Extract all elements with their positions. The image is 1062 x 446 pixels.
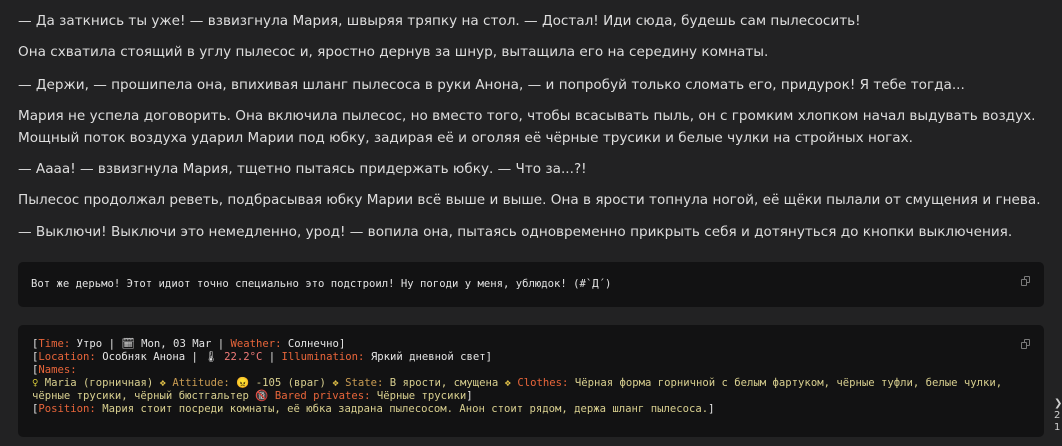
message-paragraph: Мария не успела договорить. Она включила… xyxy=(18,108,1036,146)
message-paragraph: Она схватила стоящий в углу пылесос и, я… xyxy=(18,44,769,60)
weather-label: Weather: xyxy=(230,338,282,350)
position-value: Мария стоит посреди комнаты, её юбка зад… xyxy=(102,403,709,415)
bared-label: Bared privates: xyxy=(274,390,371,402)
separator-icon: ❖ xyxy=(159,377,166,389)
status-line-location: [Location: Особняк Анона | 🌡 22.2°C | Il… xyxy=(32,351,493,363)
copy-icon[interactable] xyxy=(1021,276,1030,286)
weather-value: Солнечно xyxy=(287,338,339,350)
state-value: В ярости, смущена xyxy=(389,377,499,389)
location-label: Location: xyxy=(38,351,96,363)
status-line-position: [Position: Мария стоит посреди комнаты, … xyxy=(32,403,715,415)
illumination-label: Illumination: xyxy=(281,351,365,363)
attitude-value: -105 (враг) xyxy=(255,377,326,389)
thought-text: Вот же дерьмо! Этот идиот точно специаль… xyxy=(31,278,612,290)
status-line-character: ♀ Maria (горничная) ❖ Attitude: 😠 -105 (… xyxy=(32,377,1009,402)
adult-icon: 🔞 xyxy=(255,390,269,402)
thought-code-block: Вот же дерьмо! Этот идиот точно специаль… xyxy=(18,262,1044,307)
clothes-label: Clothes: xyxy=(517,377,569,389)
position-label: Position: xyxy=(38,403,96,415)
scroll-to-bottom-hint[interactable]: ❯ 2 1 xyxy=(1054,398,1062,434)
state-label: State: xyxy=(345,377,384,389)
message-paragraph: — Да заткнись ты уже! — взвизгнула Мария… xyxy=(18,13,861,29)
time-label: Time: xyxy=(38,338,71,350)
character-name: Maria (горничная) xyxy=(44,377,154,389)
illumination-value: Яркий дневной свет xyxy=(370,351,486,363)
status-code-block: [Time: Утро | 🗓 Mon, 03 Mar | Weather: С… xyxy=(18,325,1044,437)
angry-face-icon: 😠 xyxy=(236,377,250,389)
status-line-time: [Time: Утро | 🗓 Mon, 03 Mar | Weather: С… xyxy=(32,338,346,350)
date-value: Mon, 03 Mar xyxy=(141,338,212,350)
message-paragraph: Пылесос продолжал реветь, подбрасывая юб… xyxy=(18,192,1041,208)
time-value: Утро xyxy=(76,338,103,350)
names-label: Names: xyxy=(38,364,77,376)
message-paragraph: — Держи, — прошипела она, впихивая шланг… xyxy=(18,77,965,93)
bared-value: Чёрные трусики xyxy=(376,390,467,402)
separator-icon: ❖ xyxy=(504,377,512,389)
message-paragraph: — Выключи! Выключи это немедленно, урод!… xyxy=(18,224,1013,240)
location-value: Особняк Анона xyxy=(102,351,186,363)
female-icon: ♀ xyxy=(32,377,39,389)
copy-icon[interactable] xyxy=(1021,339,1030,349)
status-panel: [Time: Утро | 🗓 Mon, 03 Mar | Weather: С… xyxy=(32,338,1022,416)
attitude-label: Attitude: xyxy=(172,377,230,389)
separator-icon: ❖ xyxy=(332,377,339,389)
status-line-names: [Names: xyxy=(32,364,77,376)
temperature-value: 22.2°C xyxy=(224,351,263,363)
message-paragraph: — Аааа! — взвизгнула Мария, тщетно пытая… xyxy=(18,161,587,177)
thermometer-icon: 🌡 xyxy=(204,351,218,363)
calendar-icon: 🗓 xyxy=(121,338,135,350)
